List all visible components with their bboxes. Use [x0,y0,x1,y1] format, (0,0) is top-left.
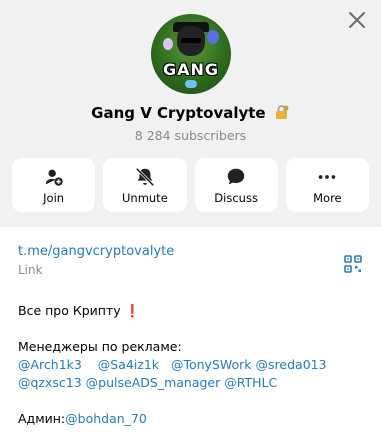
discuss-button[interactable]: Discuss [194,158,278,212]
managers-row: @qzxsc13 @pulseADS_manager @RTHLC [18,374,363,392]
avatar-coin [185,80,197,88]
mention-link[interactable]: @RTHLC [224,375,277,390]
subscriber-count: 8 284 subscribers [134,128,247,143]
mention-link[interactable]: @TonySWork [171,357,252,372]
mention-link[interactable]: @pulseADS_manager [86,375,221,390]
more-dots-icon [319,174,336,179]
more-button[interactable]: More [285,158,369,212]
mention-link[interactable]: @Sa4iz1k [98,357,159,372]
link-caption: Link [18,263,43,277]
qr-code-icon [344,255,362,273]
close-icon [349,12,365,28]
link-row: t.me/gangvcryptovalyte Link [18,244,363,280]
admin-label: Админ: [18,411,66,426]
channel-title-text: Gang V Cryptovalyte [91,104,266,122]
mention-link[interactable]: @sreda013 [256,357,327,372]
chat-bubble-icon [227,168,245,184]
mention-link[interactable]: @Arch1k3 [18,357,82,372]
channel-link[interactable]: t.me/gangvcryptovalyte [18,244,363,259]
avatar-logo-text: GANG [162,60,220,79]
join-label: Join [43,190,65,205]
unmute-button[interactable]: Unmute [103,158,187,212]
action-bar: Join Unmute Discuss More [12,158,369,212]
channel-title: Gang V Cryptovalyte [0,104,381,122]
bell-muted-icon [135,167,155,186]
channel-header: GANG Gang V Cryptovalyte 8 284 subscribe… [0,0,381,227]
exclamation-icon: ❗ [124,303,141,318]
channel-info: t.me/gangvcryptovalyte Link Все про Крип… [18,244,363,428]
managers-label: Менеджеры по рекламе: [18,339,182,354]
avatar-coin [163,38,173,50]
join-button[interactable]: Join [12,158,96,212]
discuss-label: Discuss [214,190,258,205]
qr-code-button[interactable] [343,254,363,274]
avatar-glasses [181,38,201,43]
add-user-icon [45,169,63,186]
mention-link[interactable]: @qzxsc13 [18,375,82,390]
more-label: More [313,190,342,205]
description-line: Все про Крипту ❗ [18,302,363,320]
unmute-label: Unmute [121,190,168,205]
admin-row: Админ:@bohdan_70 [18,410,363,428]
close-button[interactable] [345,8,369,32]
lock-icon [274,104,290,120]
managers-row: @Arch1k3 @Sa4iz1k @TonySWork @sreda013 [18,356,363,374]
admin-mention-link[interactable]: @bohdan_70 [65,411,147,426]
avatar-coin [207,30,219,44]
channel-description: Все про Крипту ❗ Менеджеры по рекламе: @… [18,302,363,428]
description-text: Все про Крипту [18,303,121,318]
avatar[interactable]: GANG [151,14,231,94]
